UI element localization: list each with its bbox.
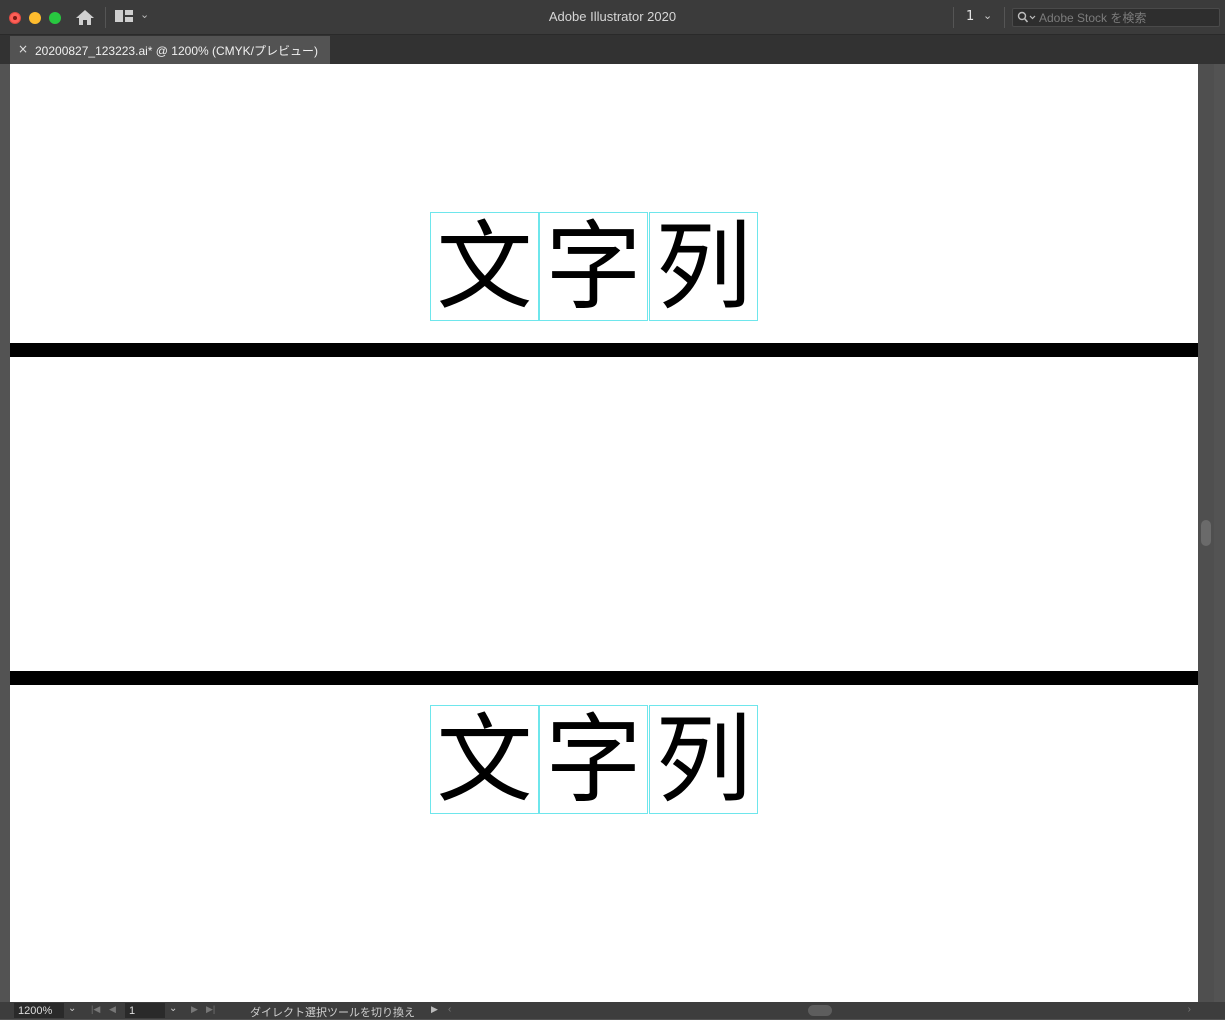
toolbar-separator	[953, 7, 954, 28]
document-tab-bar: × 20200827_123223.ai* @ 1200% (CMYK/プレビュ…	[0, 35, 1225, 64]
chevron-down-icon[interactable]: ⌄	[169, 1003, 177, 1014]
glyph-box[interactable]: 文	[430, 705, 539, 814]
document-tab-label: 20200827_123223.ai* @ 1200% (CMYK/プレビュー)	[35, 44, 318, 58]
black-rule-bottom[interactable]	[10, 671, 1198, 685]
glyph-box[interactable]: 列	[649, 212, 758, 321]
chevron-down-icon[interactable]: ⌄	[68, 1003, 76, 1014]
vertical-scroll-thumb[interactable]	[1201, 520, 1211, 546]
title-bar: ⌄ Adobe Illustrator 2020 1 ⌄	[0, 0, 1225, 35]
play-icon[interactable]: ▶	[431, 1004, 438, 1015]
zoom-level-field[interactable]: 1200%	[14, 1003, 64, 1018]
black-rule-top[interactable]	[10, 343, 1198, 357]
status-text[interactable]: ダイレクト選択ツールを切り換え	[250, 1004, 415, 1020]
vertical-scrollbar[interactable]	[1198, 64, 1214, 1002]
horizontal-scrollbar[interactable]: ‹ ›	[444, 1002, 1199, 1019]
stock-search[interactable]	[1012, 8, 1220, 27]
artboard-number-value: 1	[129, 1005, 136, 1017]
text-object-top[interactable]: 文 字 列	[430, 212, 760, 323]
right-gutter	[1214, 64, 1225, 1019]
last-artboard-icon[interactable]: ▶|	[206, 1004, 215, 1015]
previous-artboard-icon[interactable]: ◀	[109, 1004, 116, 1015]
first-artboard-icon[interactable]: |◀	[91, 1004, 100, 1015]
horizontal-scroll-thumb[interactable]	[808, 1005, 832, 1016]
search-icon[interactable]	[1017, 11, 1037, 25]
search-input[interactable]	[1039, 10, 1215, 25]
toolbar-separator	[1004, 7, 1005, 28]
text-object-bottom[interactable]: 文 字 列	[430, 705, 760, 816]
document-tab[interactable]: × 20200827_123223.ai* @ 1200% (CMYK/プレビュ…	[10, 36, 330, 64]
status-bar: 1200% ⌄ |◀ ◀ 1 ⌄ ▶ ▶| ダイレクト選択ツールを切り換え ▶ …	[0, 1002, 1225, 1019]
page-selector[interactable]: 1	[966, 9, 974, 24]
glyph-box[interactable]: 文	[430, 212, 539, 321]
chevron-down-icon[interactable]: ⌄	[983, 9, 992, 22]
glyph-box[interactable]: 字	[539, 212, 648, 321]
artboard-canvas[interactable]: 文 字 列 文 字 列	[10, 64, 1198, 1002]
glyph-box[interactable]: 列	[649, 705, 758, 814]
zoom-level-value: 1200%	[18, 1005, 53, 1017]
glyph-box[interactable]: 字	[539, 705, 648, 814]
artboard-number-field[interactable]: 1	[125, 1003, 165, 1018]
close-icon[interactable]: ×	[18, 42, 28, 56]
next-artboard-icon[interactable]: ▶	[191, 1004, 198, 1015]
scroll-right-icon[interactable]: ›	[1188, 1004, 1191, 1015]
scroll-left-icon[interactable]: ‹	[448, 1004, 451, 1015]
